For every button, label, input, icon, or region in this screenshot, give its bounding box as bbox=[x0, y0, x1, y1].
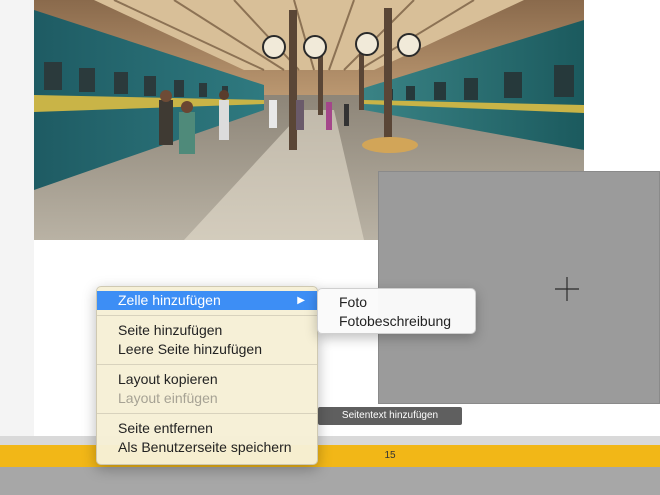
add-cell-submenu: Foto Fotobeschreibung bbox=[317, 288, 476, 334]
menu-item-remove-page[interactable]: Seite entfernen bbox=[97, 419, 317, 438]
menu-item-label: Seite entfernen bbox=[118, 420, 213, 436]
page-number: 15 bbox=[384, 450, 396, 461]
add-page-text-button[interactable]: Seitentext hinzufügen bbox=[318, 407, 462, 425]
menu-item-save-as-user-page[interactable]: Als Benutzerseite speichern bbox=[97, 438, 317, 457]
menu-item-label: Layout einfügen bbox=[118, 390, 218, 406]
menu-item-add-blank-page[interactable]: Leere Seite hinzufügen bbox=[97, 340, 317, 359]
menu-item-label: Leere Seite hinzufügen bbox=[118, 341, 262, 357]
menu-item-add-page[interactable]: Seite hinzufügen bbox=[97, 321, 317, 340]
crosshair-icon bbox=[555, 277, 579, 301]
page-margin bbox=[0, 0, 34, 436]
menu-item-label: Layout kopieren bbox=[118, 371, 218, 387]
menu-item-label: Seite hinzufügen bbox=[118, 322, 223, 338]
menu-item-label: Als Benutzerseite speichern bbox=[118, 439, 292, 455]
menu-item-paste-layout: Layout einfügen bbox=[97, 389, 317, 408]
menu-item-label: Zelle hinzufügen bbox=[118, 292, 221, 308]
menu-item-copy-layout[interactable]: Layout kopieren bbox=[97, 370, 317, 389]
triangle-right-icon: ▶ bbox=[297, 295, 305, 306]
menu-separator bbox=[97, 413, 317, 414]
menu-item-label: Foto bbox=[339, 294, 368, 310]
submenu-item-photo[interactable]: Foto bbox=[318, 293, 475, 312]
menu-item-add-cell[interactable]: Zelle hinzufügen ▶ bbox=[97, 291, 317, 310]
submenu-item-photo-caption[interactable]: Fotobeschreibung bbox=[318, 312, 475, 331]
page-browser-bar bbox=[0, 467, 660, 495]
context-menu: Zelle hinzufügen ▶ Seite hinzufügen Leer… bbox=[96, 286, 318, 465]
menu-separator bbox=[97, 364, 317, 365]
menu-separator bbox=[97, 315, 317, 316]
menu-item-label: Fotobeschreibung bbox=[339, 313, 452, 329]
